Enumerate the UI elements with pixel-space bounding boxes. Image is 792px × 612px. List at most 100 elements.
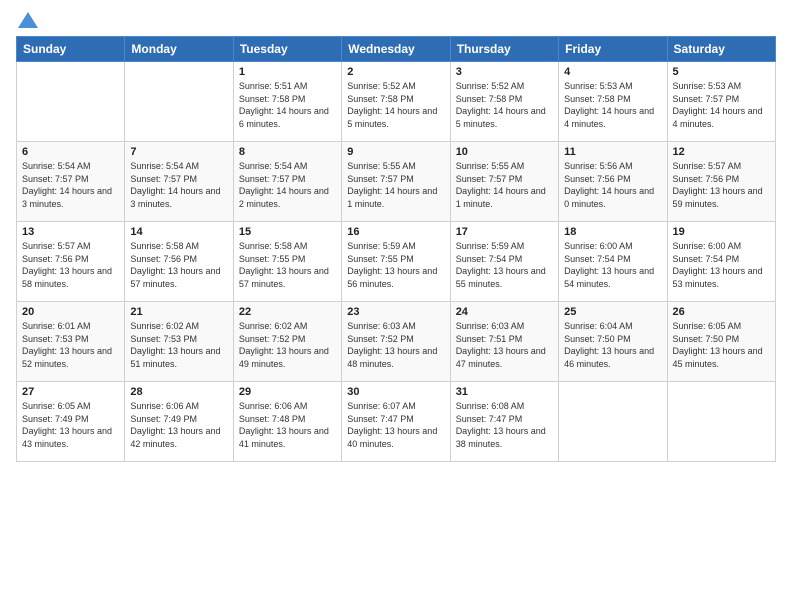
day-number: 9	[347, 146, 444, 158]
day-number: 23	[347, 306, 444, 318]
day-info: Sunrise: 5:58 AM Sunset: 7:55 PM Dayligh…	[239, 240, 336, 290]
calendar-cell: 6Sunrise: 5:54 AM Sunset: 7:57 PM Daylig…	[17, 142, 125, 222]
calendar-cell: 16 Sunrise: 5:59 AM Sunset: 7:55 PM Dayli…	[342, 222, 450, 302]
calendar-cell: 11 Sunrise: 5:56 AM Sunset: 7:56 PM Dayli…	[559, 142, 667, 222]
calendar-cell: 27 Sunrise: 6:05 AM Sunset: 7:49 PM Dayli…	[17, 382, 125, 462]
calendar-table: SundayMondayTuesdayWednesdayThursdayFrid…	[16, 36, 776, 462]
calendar-cell: 9 Sunrise: 5:55 AM Sunset: 7:57 PM Daylig…	[342, 142, 450, 222]
calendar-cell: 17 Sunrise: 5:59 AM Sunset: 7:54 PM Dayli…	[450, 222, 558, 302]
day-number: 11	[564, 146, 661, 158]
calendar-cell: 2Sunrise: 5:52 AM Sunset: 7:58 PM Daylig…	[342, 62, 450, 142]
calendar-cell: 20 Sunrise: 6:01 AM Sunset: 7:53 PM Dayli…	[17, 302, 125, 382]
calendar-cell: 21 Sunrise: 6:02 AM Sunset: 7:53 PM Dayli…	[125, 302, 233, 382]
day-info: Sunrise: 6:02 AM Sunset: 7:53 PM Dayligh…	[130, 320, 227, 370]
day-number: 29	[239, 386, 336, 398]
day-number: 30	[347, 386, 444, 398]
day-info: Sunrise: 6:05 AM Sunset: 7:50 PM Dayligh…	[673, 320, 770, 370]
day-number: 10	[456, 146, 553, 158]
day-number: 17	[456, 226, 553, 238]
calendar-cell: 15 Sunrise: 5:58 AM Sunset: 7:55 PM Dayli…	[233, 222, 341, 302]
day-number: 8	[239, 146, 336, 158]
day-number: 26	[673, 306, 770, 318]
calendar-cell: 19 Sunrise: 6:00 AM Sunset: 7:54 PM Dayli…	[667, 222, 775, 302]
calendar-cell	[17, 62, 125, 142]
day-info: Sunrise: 6:08 AM Sunset: 7:47 PM Dayligh…	[456, 400, 553, 450]
day-number: 3	[456, 66, 553, 78]
calendar-cell: 30 Sunrise: 6:07 AM Sunset: 7:47 PM Dayli…	[342, 382, 450, 462]
weekday-header-tuesday: Tuesday	[233, 37, 341, 62]
weekday-header-monday: Monday	[125, 37, 233, 62]
weekday-header-saturday: Saturday	[667, 37, 775, 62]
calendar-cell: 5Sunrise: 5:53 AM Sunset: 7:57 PM Daylig…	[667, 62, 775, 142]
calendar-cell: 7 Sunrise: 5:54 AM Sunset: 7:57 PM Daylig…	[125, 142, 233, 222]
day-info: Sunrise: 6:06 AM Sunset: 7:48 PM Dayligh…	[239, 400, 336, 450]
calendar-cell: 10 Sunrise: 5:55 AM Sunset: 7:57 PM Dayli…	[450, 142, 558, 222]
day-info: Sunrise: 5:55 AM Sunset: 7:57 PM Dayligh…	[456, 160, 553, 210]
day-info: Sunrise: 6:04 AM Sunset: 7:50 PM Dayligh…	[564, 320, 661, 370]
weekday-header-friday: Friday	[559, 37, 667, 62]
day-number: 7	[130, 146, 227, 158]
weekday-header-thursday: Thursday	[450, 37, 558, 62]
calendar-cell: 28 Sunrise: 6:06 AM Sunset: 7:49 PM Dayli…	[125, 382, 233, 462]
day-info: Sunrise: 5:53 AM Sunset: 7:58 PM Dayligh…	[564, 80, 661, 130]
day-info: Sunrise: 6:00 AM Sunset: 7:54 PM Dayligh…	[673, 240, 770, 290]
calendar-cell: 26 Sunrise: 6:05 AM Sunset: 7:50 PM Dayli…	[667, 302, 775, 382]
day-number: 28	[130, 386, 227, 398]
day-info: Sunrise: 5:55 AM Sunset: 7:57 PM Dayligh…	[347, 160, 444, 210]
day-info: Sunrise: 5:57 AM Sunset: 7:56 PM Dayligh…	[673, 160, 770, 210]
day-info: Sunrise: 5:54 AM Sunset: 7:57 PM Dayligh…	[130, 160, 227, 210]
day-number: 27	[22, 386, 119, 398]
day-info: Sunrise: 6:07 AM Sunset: 7:47 PM Dayligh…	[347, 400, 444, 450]
calendar-cell: 13 Sunrise: 5:57 AM Sunset: 7:56 PM Dayli…	[17, 222, 125, 302]
day-info: Sunrise: 5:57 AM Sunset: 7:56 PM Dayligh…	[22, 240, 119, 290]
calendar-cell: 4 Sunrise: 5:53 AM Sunset: 7:58 PM Daylig…	[559, 62, 667, 142]
day-number: 15	[239, 226, 336, 238]
day-number: 22	[239, 306, 336, 318]
calendar-cell: 18 Sunrise: 6:00 AM Sunset: 7:54 PM Dayli…	[559, 222, 667, 302]
calendar-cell: 29 Sunrise: 6:06 AM Sunset: 7:48 PM Dayli…	[233, 382, 341, 462]
day-number: 4	[564, 66, 661, 78]
day-info: Sunrise: 5:59 AM Sunset: 7:55 PM Dayligh…	[347, 240, 444, 290]
day-number: 2	[347, 66, 444, 78]
weekday-header-sunday: Sunday	[17, 37, 125, 62]
day-info: Sunrise: 5:52 AM Sunset: 7:58 PM Dayligh…	[456, 80, 553, 130]
day-info: Sunrise: 5:59 AM Sunset: 7:54 PM Dayligh…	[456, 240, 553, 290]
weekday-header-wednesday: Wednesday	[342, 37, 450, 62]
calendar-cell: 25Sunrise: 6:04 AM Sunset: 7:50 PM Dayli…	[559, 302, 667, 382]
day-info: Sunrise: 5:56 AM Sunset: 7:56 PM Dayligh…	[564, 160, 661, 210]
calendar-cell: 22 Sunrise: 6:02 AM Sunset: 7:52 PM Dayli…	[233, 302, 341, 382]
header	[16, 12, 776, 28]
calendar-cell: 31 Sunrise: 6:08 AM Sunset: 7:47 PM Dayli…	[450, 382, 558, 462]
day-info: Sunrise: 5:58 AM Sunset: 7:56 PM Dayligh…	[130, 240, 227, 290]
day-number: 24	[456, 306, 553, 318]
day-number: 14	[130, 226, 227, 238]
day-number: 12	[673, 146, 770, 158]
calendar-cell: 12 Sunrise: 5:57 AM Sunset: 7:56 PM Dayli…	[667, 142, 775, 222]
day-number: 20	[22, 306, 119, 318]
day-info: Sunrise: 6:03 AM Sunset: 7:51 PM Dayligh…	[456, 320, 553, 370]
day-number: 19	[673, 226, 770, 238]
calendar-cell: 23 Sunrise: 6:03 AM Sunset: 7:52 PM Dayli…	[342, 302, 450, 382]
day-number: 13	[22, 226, 119, 238]
day-info: Sunrise: 5:54 AM Sunset: 7:57 PM Dayligh…	[239, 160, 336, 210]
day-info: Sunrise: 6:06 AM Sunset: 7:49 PM Dayligh…	[130, 400, 227, 450]
day-number: 31	[456, 386, 553, 398]
calendar-cell	[559, 382, 667, 462]
day-number: 18	[564, 226, 661, 238]
day-info: Sunrise: 6:02 AM Sunset: 7:52 PM Dayligh…	[239, 320, 336, 370]
day-info: Sunrise: 5:54 AM Sunset: 7:57 PM Dayligh…	[22, 160, 119, 210]
day-info: Sunrise: 6:00 AM Sunset: 7:54 PM Dayligh…	[564, 240, 661, 290]
day-number: 16	[347, 226, 444, 238]
day-info: Sunrise: 6:03 AM Sunset: 7:52 PM Dayligh…	[347, 320, 444, 370]
calendar-cell: 3 Sunrise: 5:52 AM Sunset: 7:58 PM Daylig…	[450, 62, 558, 142]
calendar-cell: 24 Sunrise: 6:03 AM Sunset: 7:51 PM Dayli…	[450, 302, 558, 382]
logo	[16, 12, 38, 28]
day-info: Sunrise: 5:51 AM Sunset: 7:58 PM Dayligh…	[239, 80, 336, 130]
calendar-cell: 8 Sunrise: 5:54 AM Sunset: 7:57 PM Daylig…	[233, 142, 341, 222]
day-number: 1	[239, 66, 336, 78]
day-info: Sunrise: 6:05 AM Sunset: 7:49 PM Dayligh…	[22, 400, 119, 450]
calendar-cell	[667, 382, 775, 462]
day-info: Sunrise: 5:53 AM Sunset: 7:57 PM Dayligh…	[673, 80, 770, 130]
day-info: Sunrise: 6:01 AM Sunset: 7:53 PM Dayligh…	[22, 320, 119, 370]
day-number: 21	[130, 306, 227, 318]
